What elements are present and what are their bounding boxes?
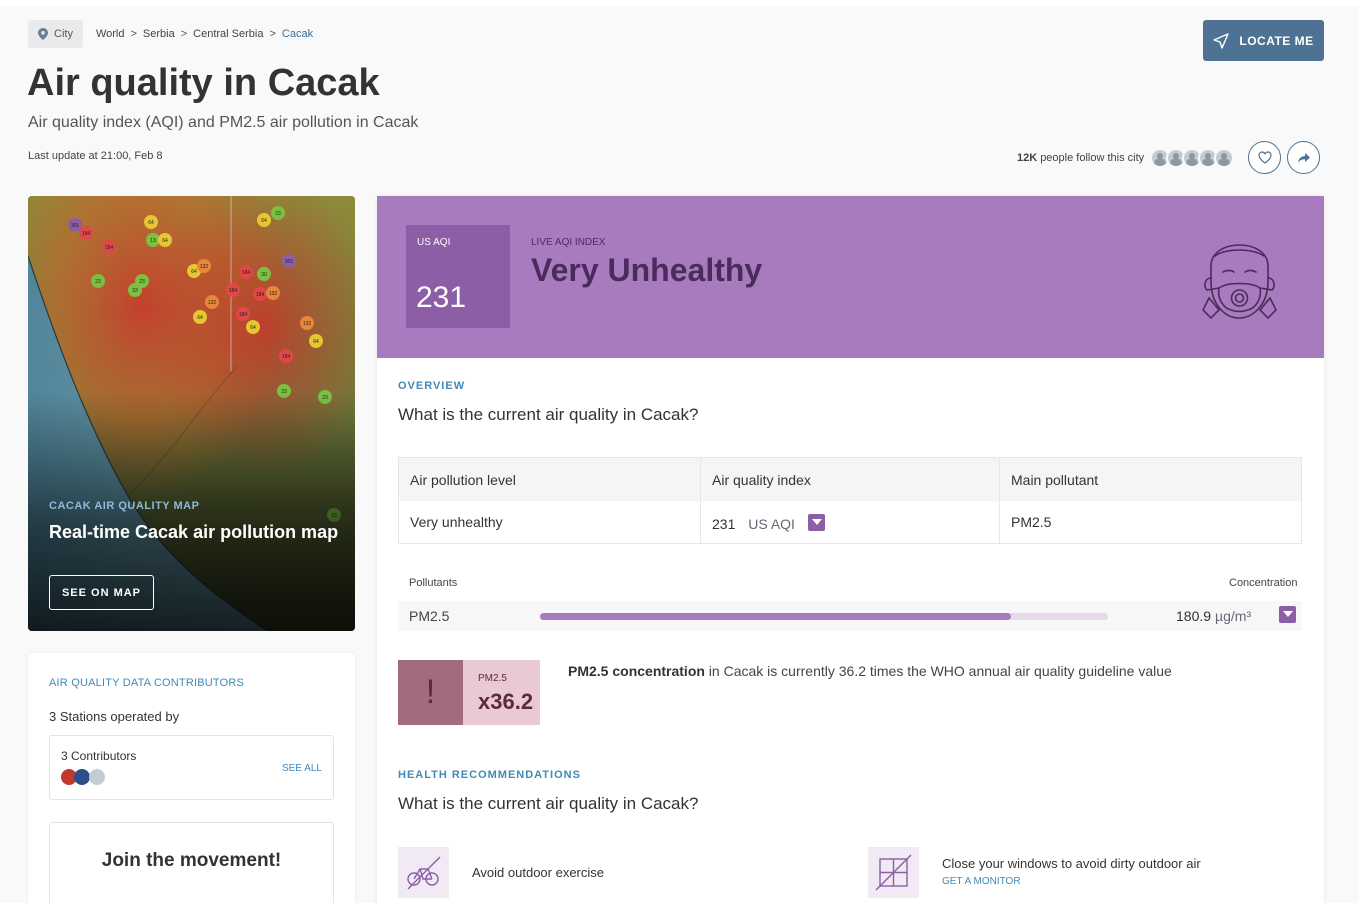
concentration-unit: µg/m³ bbox=[1215, 608, 1252, 624]
map-card-tag: CACAK AIR QUALITY MAP bbox=[49, 500, 200, 512]
avatar bbox=[1214, 148, 1235, 168]
see-on-map-button[interactable]: SEE ON MAP bbox=[49, 575, 154, 610]
page-title: Air quality in Cacak bbox=[27, 62, 380, 104]
table-header-cell: Air quality index bbox=[712, 472, 811, 488]
map-overlay bbox=[28, 196, 355, 631]
top-strip bbox=[0, 0, 1359, 6]
contributor-avatar bbox=[89, 769, 105, 785]
share-arrow-icon bbox=[1297, 152, 1310, 163]
see-all-link[interactable]: SEE ALL bbox=[282, 763, 322, 774]
followers: 12K people follow this city bbox=[1017, 142, 1235, 174]
who-multiplier-value: x36.2 bbox=[478, 689, 534, 714]
followers-text: people follow this city bbox=[1040, 152, 1145, 164]
table-header-cell: Air pollution level bbox=[410, 472, 516, 488]
join-movement-title: Join the movement! bbox=[101, 850, 282, 871]
pollutant-name: PM2.5 bbox=[409, 608, 450, 624]
warning-icon: ! bbox=[398, 660, 463, 725]
follow-heart-button[interactable] bbox=[1248, 141, 1281, 174]
concentration-label: Concentration bbox=[1229, 577, 1298, 589]
aqi-value: 231 bbox=[416, 281, 467, 314]
pollutant-bar-fill bbox=[540, 613, 1012, 620]
locate-me-label: LOCATE ME bbox=[1239, 33, 1314, 48]
who-multiplier: PM2.5 x36.2 bbox=[463, 660, 540, 725]
who-comparison-text: PM2.5 concentration in Cacak is currentl… bbox=[568, 663, 1172, 679]
contributors-count: 3 Contributors bbox=[61, 749, 137, 763]
followers-count: 12K bbox=[1017, 152, 1038, 164]
pollutants-label: Pollutants bbox=[409, 577, 458, 589]
table-cell-level: Very unhealthy bbox=[410, 514, 503, 530]
air-quality-map-card[interactable]: 3011841846413646423232333641321841321843… bbox=[28, 196, 355, 631]
contributors-card: AIR QUALITY DATA CONTRIBUTORS 3 Stations… bbox=[28, 653, 355, 903]
overview-question: What is the current air quality in Cacak… bbox=[398, 405, 699, 424]
table-divider bbox=[700, 458, 701, 543]
breadcrumb-world[interactable]: World bbox=[96, 28, 125, 40]
share-button[interactable] bbox=[1287, 141, 1320, 174]
table-cell-pollutant: PM2.5 bbox=[1011, 514, 1052, 530]
breadcrumb: City World > Serbia > Central Serbia > C… bbox=[28, 20, 313, 48]
who-text-rest: in Cacak is currently 36.2 times the WHO… bbox=[704, 663, 1172, 679]
aqi-value-box: US AQI 231 bbox=[406, 225, 510, 328]
table-header-row: Air pollution level Air quality index Ma… bbox=[399, 458, 1301, 501]
city-pill-label: City bbox=[54, 28, 73, 40]
health-tag: HEALTH RECOMMENDATIONS bbox=[398, 769, 581, 781]
concentration-value: 180.9 bbox=[1176, 608, 1212, 624]
contributors-tag: AIR QUALITY DATA CONTRIBUTORS bbox=[49, 677, 245, 689]
breadcrumb-separator: > bbox=[269, 28, 276, 40]
pollutant-bar bbox=[540, 613, 1108, 620]
follower-avatars bbox=[1150, 148, 1235, 168]
pollutant-concentration: 180.9 µg/m³ bbox=[1176, 608, 1251, 624]
no-bike-icon bbox=[398, 847, 449, 898]
closed-window-icon bbox=[868, 847, 919, 898]
breadcrumb-separator: > bbox=[130, 28, 137, 40]
recommendation-text: Close your windows to avoid dirty outdoo… bbox=[942, 856, 1201, 871]
recommendation-text: Avoid outdoor exercise bbox=[472, 865, 605, 880]
stations-count: 3 Stations operated by bbox=[49, 709, 180, 724]
aqi-main-card: US AQI 231 LIVE AQI INDEX Very Unhealthy… bbox=[377, 196, 1324, 903]
table-aqi-value: 231 bbox=[712, 516, 736, 532]
chevron-down-icon[interactable] bbox=[807, 514, 825, 531]
city-pill[interactable]: City bbox=[28, 20, 83, 48]
aqi-level: Very Unhealthy bbox=[531, 252, 763, 288]
map-card-title: Real-time Cacak air pollution map bbox=[49, 522, 339, 542]
who-comparison-box: ! PM2.5 x36.2 bbox=[398, 660, 540, 725]
who-text-bold: PM2.5 concentration bbox=[568, 663, 705, 679]
table-cell-aqi: 231 US AQI bbox=[712, 514, 825, 532]
breadcrumb-central-serbia[interactable]: Central Serbia bbox=[193, 28, 263, 40]
heart-icon bbox=[1257, 151, 1272, 164]
table-header-cell: Main pollutant bbox=[1011, 472, 1099, 488]
contributors-box[interactable]: 3 Contributors SEE ALL bbox=[49, 735, 334, 800]
join-movement-box[interactable]: Join the movement! bbox=[49, 822, 334, 903]
pollution-table: Air pollution level Air quality index Ma… bbox=[398, 457, 1302, 544]
live-aqi-label: LIVE AQI INDEX bbox=[531, 237, 606, 248]
navigation-arrow-icon bbox=[1213, 32, 1230, 49]
table-aqi-unit: US AQI bbox=[748, 516, 795, 532]
breadcrumb-separator: > bbox=[180, 28, 188, 40]
location-pin-icon bbox=[38, 28, 48, 40]
last-update: Last update at 21:00, Feb 8 bbox=[28, 150, 163, 162]
who-pollutant: PM2.5 bbox=[478, 673, 507, 684]
aqi-banner: US AQI 231 LIVE AQI INDEX Very Unhealthy bbox=[377, 196, 1324, 358]
chevron-down-icon[interactable] bbox=[1279, 606, 1296, 623]
table-divider bbox=[999, 458, 1000, 543]
pollutant-row: PM2.5 180.9 µg/m³ bbox=[398, 601, 1302, 631]
face-mask-icon bbox=[1202, 244, 1277, 320]
aqi-label: US AQI bbox=[417, 237, 451, 248]
page-subtitle: Air quality index (AQI) and PM2.5 air po… bbox=[28, 114, 419, 131]
get-monitor-link[interactable]: GET A MONITOR bbox=[942, 876, 1021, 887]
breadcrumb-cacak[interactable]: Cacak bbox=[282, 28, 313, 40]
contributor-avatar bbox=[74, 769, 90, 785]
breadcrumb-serbia[interactable]: Serbia bbox=[143, 28, 175, 40]
health-question: What is the current air quality in Cacak… bbox=[398, 794, 699, 813]
table-row: Very unhealthy 231 US AQI PM2.5 bbox=[399, 501, 1301, 543]
overview-tag: OVERVIEW bbox=[398, 380, 466, 392]
locate-me-button[interactable]: LOCATE ME bbox=[1203, 20, 1324, 61]
